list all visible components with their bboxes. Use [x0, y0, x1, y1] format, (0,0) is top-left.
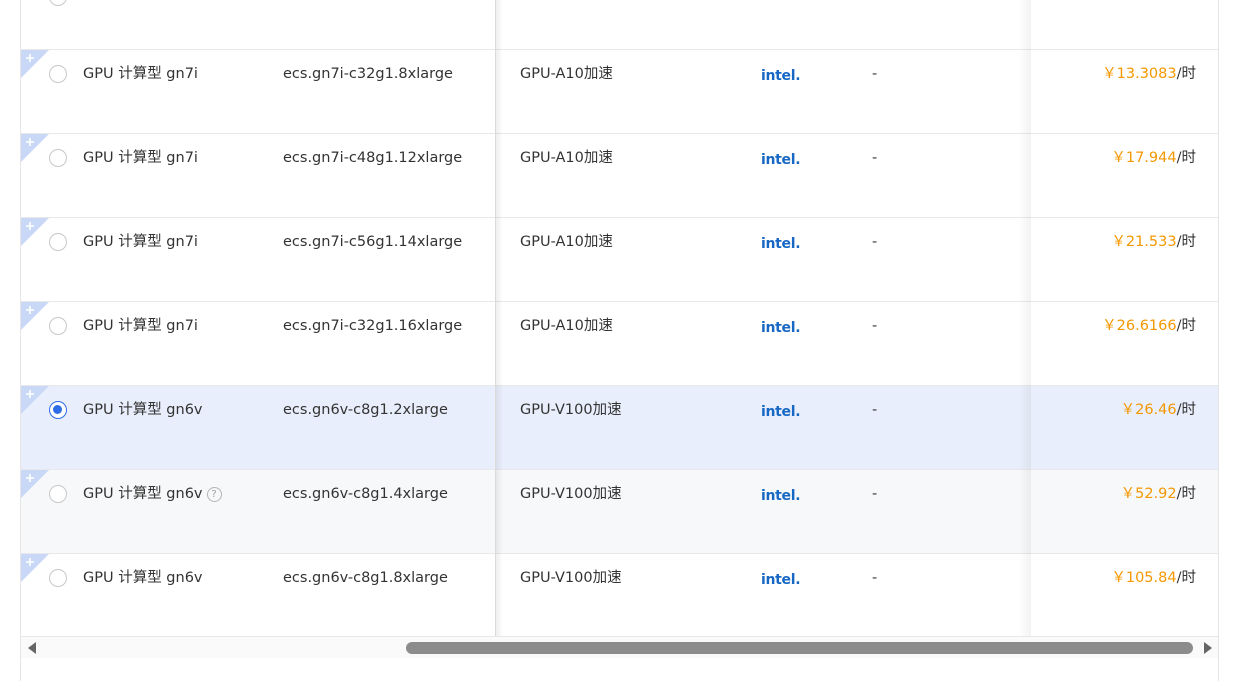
table-row[interactable]: GPU 计算型 gn6v ecs.gn6v-c8g1.2xlarge GPU-V… [21, 386, 1218, 470]
gpu-type: GPU-A10加速 [520, 66, 613, 82]
table-row-partial[interactable] [21, 0, 1218, 50]
instance-family-label: GPU 计算型 gn6v [83, 570, 203, 586]
intel-logo-icon: intel. [761, 236, 801, 252]
expand-row-icon[interactable] [21, 218, 49, 246]
expand-row-icon[interactable] [21, 554, 49, 582]
extra-value: - [872, 234, 878, 250]
scrollbar-thumb[interactable] [406, 642, 1193, 654]
row-radio[interactable] [49, 485, 67, 503]
horizontal-scrollbar[interactable] [21, 636, 1218, 658]
row-radio[interactable] [49, 569, 67, 587]
price-unit: /时 [1176, 402, 1196, 418]
instance-family: GPU 计算型 gn6v? [83, 485, 222, 503]
instance-family-label: GPU 计算型 gn7i [83, 150, 198, 166]
expand-row-icon[interactable] [21, 302, 49, 330]
fixed-column-divider [495, 0, 496, 636]
instance-spec: ecs.gn6v-c8g1.8xlarge [283, 570, 448, 586]
table-row[interactable]: GPU 计算型 gn7i ecs.gn7i-c48g1.12xlarge GPU… [21, 134, 1218, 218]
instance-family-label: GPU 计算型 gn6v [83, 402, 203, 418]
price-amount: ￥105.84 [1111, 570, 1177, 586]
row-radio[interactable] [49, 233, 67, 251]
gpu-type: GPU-A10加速 [520, 150, 613, 166]
price-amount: ￥21.533 [1111, 234, 1177, 250]
instance-family-label: GPU 计算型 gn7i [83, 318, 198, 334]
price-amount: ￥26.46 [1120, 402, 1177, 418]
expand-row-icon[interactable] [21, 470, 49, 498]
price: ￥17.944/时 [1111, 149, 1196, 167]
instance-family: GPU 计算型 gn6v [83, 401, 203, 419]
table-row[interactable]: GPU 计算型 gn7i ecs.gn7i-c32g1.16xlarge GPU… [21, 302, 1218, 386]
intel-logo-icon: intel. [761, 68, 801, 84]
price-amount: ￥26.6166 [1102, 318, 1177, 334]
price-unit: /时 [1176, 318, 1196, 334]
instance-family-label: GPU 计算型 gn6v [83, 486, 203, 502]
price-amount: ￥52.92 [1120, 486, 1177, 502]
price: ￥26.6166/时 [1102, 317, 1196, 335]
instance-spec: ecs.gn7i-c32g1.16xlarge [283, 318, 463, 334]
instance-spec: ecs.gn7i-c56g1.14xlarge [283, 234, 463, 250]
instance-family: GPU 计算型 gn7i [83, 233, 198, 251]
price: ￥13.3083/时 [1102, 65, 1196, 83]
price: ￥105.84/时 [1111, 569, 1196, 587]
price: ￥52.92/时 [1121, 485, 1196, 503]
instance-family: GPU 计算型 gn7i [83, 149, 198, 167]
help-icon[interactable]: ? [206, 487, 222, 502]
row-radio[interactable] [49, 317, 67, 335]
price-unit: /时 [1176, 486, 1196, 502]
extra-value: - [872, 570, 878, 586]
extra-value: - [872, 402, 878, 418]
price: ￥26.46/时 [1121, 401, 1196, 419]
gpu-type: GPU-V100加速 [520, 402, 622, 418]
extra-value: - [872, 486, 878, 502]
instance-spec: ecs.gn6v-c8g1.4xlarge [283, 486, 448, 502]
intel-logo-icon: intel. [761, 572, 801, 588]
table-row[interactable]: GPU 计算型 gn7i ecs.gn7i-c32g1.8xlarge GPU-… [21, 50, 1218, 134]
expand-row-icon[interactable] [21, 134, 49, 162]
table-row[interactable]: GPU 计算型 gn6v? ecs.gn6v-c8g1.4xlarge GPU-… [21, 470, 1218, 554]
expand-row-icon[interactable] [21, 386, 49, 414]
instance-family: GPU 计算型 gn6v [83, 569, 203, 587]
price-unit: /时 [1176, 66, 1196, 82]
row-radio[interactable] [49, 65, 67, 83]
instance-spec: ecs.gn7i-c48g1.12xlarge [283, 150, 463, 166]
instance-family-label: GPU 计算型 gn7i [83, 234, 198, 250]
extra-value: - [872, 150, 878, 166]
extra-value: - [872, 66, 878, 82]
instance-spec: ecs.gn6v-c8g1.2xlarge [283, 402, 448, 418]
price-amount: ￥13.3083 [1102, 66, 1177, 82]
gpu-type: GPU-V100加速 [520, 570, 622, 586]
gpu-type: GPU-V100加速 [520, 486, 622, 502]
extra-value: - [872, 318, 878, 334]
instance-spec: ecs.gn7i-c32g1.8xlarge [283, 66, 453, 82]
scroll-right-arrow-icon[interactable] [1204, 642, 1212, 654]
expand-row-icon[interactable] [21, 50, 49, 78]
intel-logo-icon: intel. [761, 404, 801, 420]
intel-logo-icon: intel. [761, 320, 801, 336]
price: ￥21.533/时 [1111, 233, 1196, 251]
instance-type-table: GPU 计算型 gn7i ecs.gn7i-c32g1.8xlarge GPU-… [20, 0, 1219, 681]
row-radio[interactable] [49, 0, 67, 6]
price-unit: /时 [1176, 570, 1196, 586]
gpu-type: GPU-A10加速 [520, 318, 613, 334]
instance-family: GPU 计算型 gn7i [83, 65, 198, 83]
table-row[interactable]: GPU 计算型 gn6v ecs.gn6v-c8g1.8xlarge GPU-V… [21, 554, 1218, 638]
intel-logo-icon: intel. [761, 488, 801, 504]
price-unit: /时 [1176, 150, 1196, 166]
instance-family: GPU 计算型 gn7i [83, 317, 198, 335]
intel-logo-icon: intel. [761, 152, 801, 168]
scroll-left-arrow-icon[interactable] [28, 642, 36, 654]
table-row[interactable]: GPU 计算型 gn7i ecs.gn7i-c56g1.14xlarge GPU… [21, 218, 1218, 302]
price-amount: ￥17.944 [1111, 150, 1177, 166]
gpu-type: GPU-A10加速 [520, 234, 613, 250]
price-unit: /时 [1176, 234, 1196, 250]
instance-family-label: GPU 计算型 gn7i [83, 66, 198, 82]
row-radio[interactable] [49, 401, 67, 419]
row-radio[interactable] [49, 149, 67, 167]
